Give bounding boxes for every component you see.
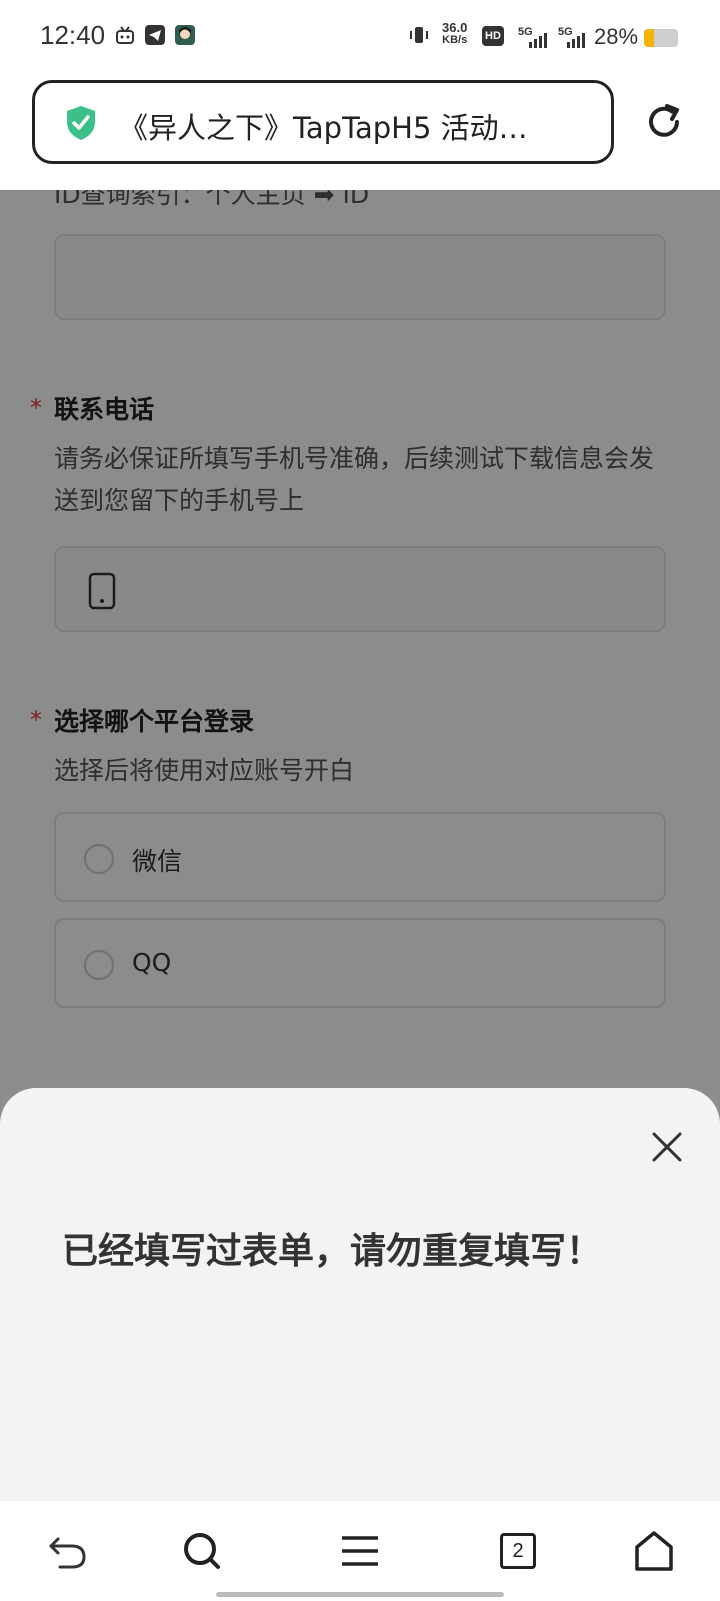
vibrate-icon	[410, 27, 428, 43]
telegram-icon	[145, 25, 165, 45]
shield-check-icon	[67, 106, 95, 140]
browser-bottom-nav: 2	[0, 1500, 720, 1601]
gesture-bar[interactable]	[216, 1592, 504, 1597]
tab-count: 2	[500, 1533, 536, 1569]
battery-icon	[644, 29, 678, 47]
alert-sheet: 已经填写过表单，请勿重复填写！	[0, 1088, 720, 1500]
signal-icon	[567, 33, 585, 48]
close-icon[interactable]	[650, 1130, 684, 1164]
home-icon[interactable]	[632, 1529, 676, 1573]
battery-percent: 28%	[594, 24, 639, 49]
menu-icon[interactable]	[338, 1529, 382, 1573]
search-icon[interactable]	[180, 1529, 224, 1573]
tabs-icon[interactable]: 2	[496, 1529, 540, 1573]
address-bar[interactable]: 《异人之下》TapTapH5 活动…	[32, 80, 614, 164]
hd-voice-icon: HD	[482, 26, 504, 46]
back-icon[interactable]	[46, 1529, 90, 1573]
clock: 12:40	[40, 20, 106, 50]
page-title[interactable]: 《异人之下》TapTapH5 活动…	[119, 105, 579, 147]
bilibili-icon	[116, 26, 134, 44]
network-speed: 36.0 KB/s	[442, 20, 468, 46]
alert-message: 已经填写过表单，请勿重复填写！	[62, 1231, 603, 1272]
reload-icon[interactable]	[644, 102, 684, 142]
app-avatar-icon	[175, 25, 195, 45]
status-bar: 12:40 36.0 KB/s HD 5G 5G 28%	[0, 0, 720, 76]
signal-icon	[529, 33, 547, 48]
